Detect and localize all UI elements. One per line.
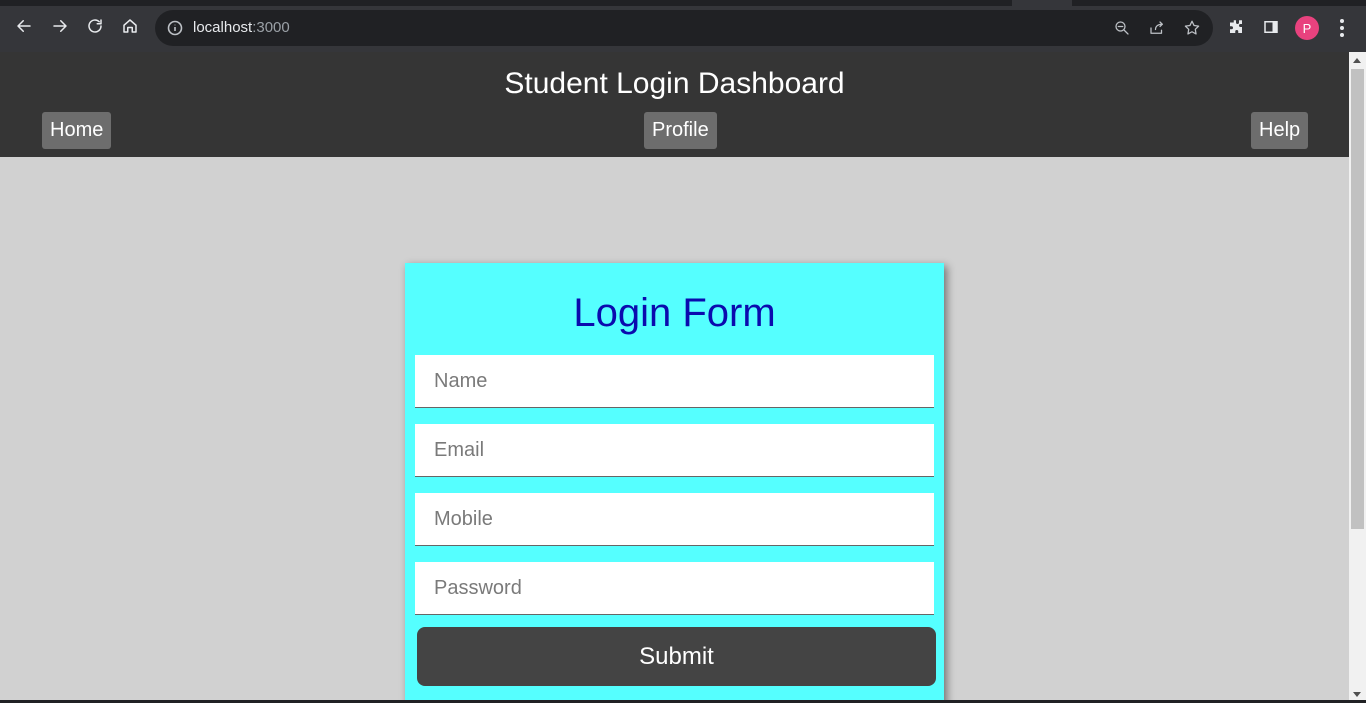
reload-icon[interactable] (83, 14, 107, 38)
forward-icon[interactable] (48, 14, 72, 38)
browser-menu-icon[interactable] (1334, 16, 1350, 40)
nav-help-button[interactable]: Help (1251, 112, 1309, 149)
mobile-input[interactable] (415, 493, 934, 545)
login-form-card: Login Form Submit (405, 263, 944, 703)
site-info-icon[interactable] (167, 20, 183, 36)
mobile-field (415, 493, 934, 546)
back-icon[interactable] (12, 14, 36, 38)
side-panel-icon[interactable] (1260, 16, 1282, 38)
tab-strip (0, 0, 1366, 6)
extensions-icon[interactable] (1225, 16, 1247, 38)
url-port: :3000 (252, 19, 290, 36)
share-icon[interactable] (1147, 18, 1167, 38)
email-input[interactable] (415, 424, 934, 476)
vertical-scrollbar[interactable] (1349, 52, 1366, 703)
password-field (415, 562, 934, 615)
page-title: Student Login Dashboard (504, 67, 845, 100)
name-field (415, 355, 934, 408)
home-icon[interactable] (118, 14, 142, 38)
name-input[interactable] (415, 355, 934, 407)
nav-profile-button[interactable]: Profile (644, 112, 717, 149)
scroll-up-icon[interactable] (1353, 58, 1361, 63)
bookmark-star-icon[interactable] (1182, 18, 1202, 38)
url-host: localhost (193, 19, 253, 36)
url-text[interactable]: localhost:3000 (193, 19, 290, 36)
submit-button[interactable]: Submit (417, 627, 936, 686)
page-viewport: Student Login Dashboard Home Profile Hel… (0, 52, 1349, 703)
scroll-down-icon[interactable] (1353, 692, 1361, 697)
profile-avatar[interactable]: P (1295, 16, 1319, 40)
address-bar[interactable]: localhost:3000 (155, 10, 1213, 46)
email-field (415, 424, 934, 477)
zoom-icon[interactable] (1112, 18, 1132, 38)
page-header: Student Login Dashboard Home Profile Hel… (0, 52, 1349, 157)
browser-toolbar: localhost:3000 P (0, 0, 1366, 52)
active-tab[interactable] (1012, 0, 1072, 6)
scrollbar-thumb[interactable] (1351, 69, 1364, 529)
login-form-title: Login Form (573, 291, 776, 335)
nav-home-button[interactable]: Home (42, 112, 112, 149)
password-input[interactable] (415, 562, 934, 614)
avatar-letter: P (1302, 20, 1312, 36)
